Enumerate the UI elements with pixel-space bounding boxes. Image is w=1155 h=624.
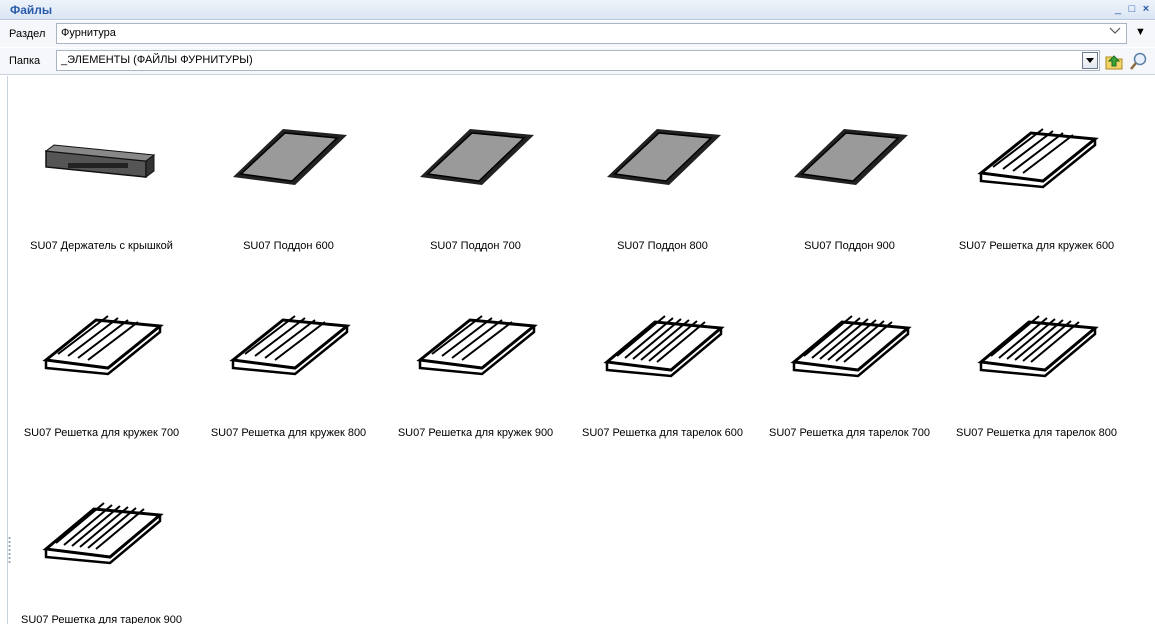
folder-select[interactable]: _ЭЛЕМЕНТЫ (ФАЙЛЫ ФУРНИТУРЫ) (56, 50, 1100, 71)
file-item-label: SU07 Решетка для кружек 800 (210, 427, 367, 439)
window-titlebar: Файлы _ □ × (0, 0, 1155, 20)
tray-thumbnail (225, 111, 352, 201)
file-item[interactable]: SU07 Решетка для тарелок 600 (569, 278, 756, 448)
section-row: Раздел Фурнитура ▼ (0, 21, 1155, 47)
plate-rack-thumbnail (38, 485, 165, 575)
file-item-label: SU07 Поддон 700 (430, 240, 521, 252)
search-icon[interactable] (1129, 51, 1149, 71)
file-item[interactable]: SU07 Решетка для тарелок 700 (756, 278, 943, 448)
section-select[interactable]: Фурнитура (56, 23, 1127, 44)
maximize-button[interactable]: □ (1125, 2, 1139, 16)
file-item[interactable]: SU07 Поддон 800 (569, 91, 756, 261)
file-item-label: SU07 Решетка для тарелок 800 (955, 427, 1118, 439)
file-item-label: SU07 Поддон 900 (804, 240, 895, 252)
section-menu-button[interactable]: ▼ (1135, 26, 1146, 38)
file-item-label: SU07 Поддон 800 (617, 240, 708, 252)
file-item-label: SU07 Решетка для тарелок 600 (581, 427, 744, 439)
file-item[interactable]: SU07 Держатель с крышкой (8, 91, 195, 261)
plate-rack-thumbnail (786, 298, 913, 388)
file-item-label: SU07 Поддон 600 (243, 240, 334, 252)
cup-rack-thumbnail (38, 298, 165, 388)
file-item-label: SU07 Решетка для тарелок 900 (20, 614, 183, 624)
plate-rack-thumbnail (599, 298, 726, 388)
file-item[interactable]: SU07 Решетка для кружек 800 (195, 278, 382, 448)
holder-thumbnail (38, 111, 165, 201)
file-item-label: SU07 Решетка для кружек 900 (397, 427, 554, 439)
file-item[interactable]: SU07 Решетка для кружек 900 (382, 278, 569, 448)
dropdown-arrow-icon[interactable] (1082, 52, 1098, 69)
file-item[interactable]: SU07 Решетка для тарелок 900 (8, 465, 195, 624)
folder-value: _ЭЛЕМЕНТЫ (ФАЙЛЫ ФУРНИТУРЫ) (61, 54, 253, 66)
file-item[interactable]: SU07 Решетка для кружек 700 (8, 278, 195, 448)
file-item[interactable]: SU07 Поддон 900 (756, 91, 943, 261)
folder-up-icon[interactable] (1104, 51, 1124, 71)
tray-thumbnail (786, 111, 913, 201)
tray-thumbnail (599, 111, 726, 201)
tray-thumbnail (412, 111, 539, 201)
file-item[interactable]: SU07 Решетка для кружек 600 (943, 91, 1130, 261)
window-title: Файлы (10, 3, 53, 17)
cup-rack-thumbnail (412, 298, 539, 388)
cup-rack-thumbnail (225, 298, 352, 388)
close-button[interactable]: × (1139, 2, 1153, 16)
file-thumbnail-grid[interactable]: SU07 Держатель с крышкой SU07 Поддон 600 S… (7, 76, 1155, 624)
file-item[interactable]: SU07 Поддон 700 (382, 91, 569, 261)
plate-rack-thumbnail (973, 298, 1100, 388)
cup-rack-thumbnail (973, 111, 1100, 201)
file-item-label: SU07 Решетка для кружек 600 (958, 240, 1115, 252)
file-item-label: SU07 Решетка для кружек 700 (23, 427, 180, 439)
file-item[interactable]: SU07 Поддон 600 (195, 91, 382, 261)
section-value: Фурнитура (61, 27, 116, 39)
minimize-button[interactable]: _ (1111, 2, 1125, 16)
chevron-down-icon[interactable] (1109, 27, 1121, 38)
file-item-label: SU07 Решетка для тарелок 700 (768, 427, 931, 439)
file-item[interactable]: SU07 Решетка для тарелок 800 (943, 278, 1130, 448)
file-item-label: SU07 Держатель с крышкой (30, 240, 173, 252)
folder-row: Папка _ЭЛЕМЕНТЫ (ФАЙЛЫ ФУРНИТУРЫ) (0, 48, 1155, 75)
folder-label: Папка (9, 55, 41, 67)
section-label: Раздел (9, 28, 46, 40)
